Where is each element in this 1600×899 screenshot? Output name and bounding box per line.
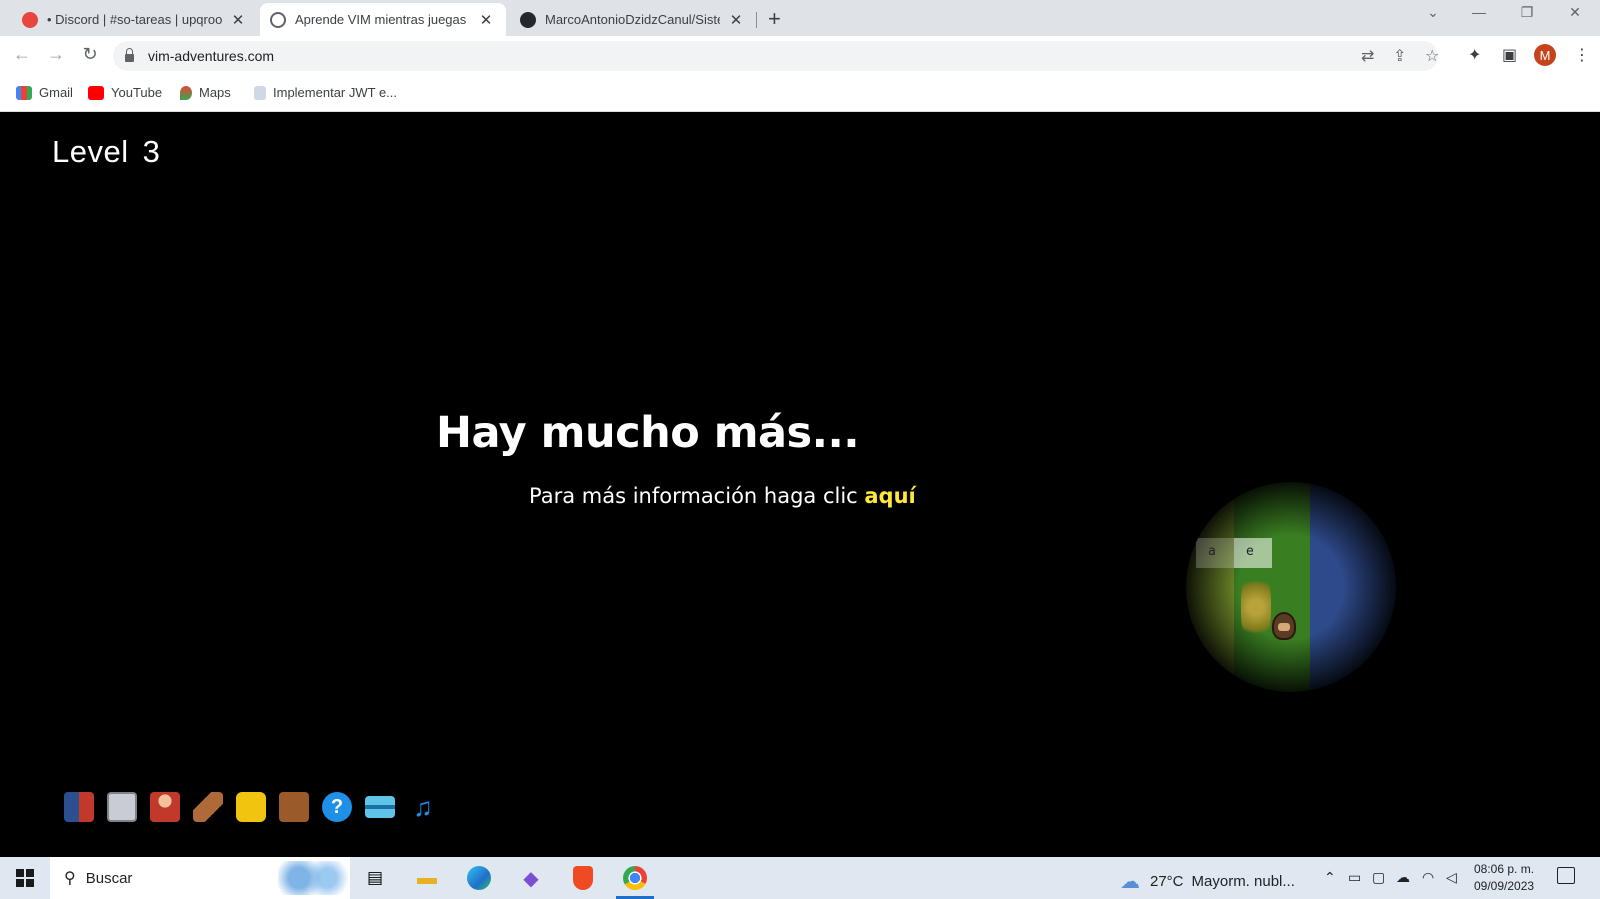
reload-button[interactable]: ↻ xyxy=(78,44,102,65)
bookmark-youtube[interactable]: YouTube xyxy=(88,85,162,100)
browser-toolbar: ← → ↻ vim-adventures.com ⇄ ⇪ ☆ ✦ ▣ M ⋮ xyxy=(0,36,1600,76)
headline: Hay mucho más... xyxy=(436,408,860,458)
info-line: Para más información haga clic aquí xyxy=(529,484,916,508)
bookmark-gmail[interactable]: Gmail xyxy=(16,85,73,100)
tab-title: Aprende VIM mientras juegas - V xyxy=(295,12,470,27)
windows-taskbar: ⚲ Buscar ▤ ▬ ◆ ☁ 27°C Mayorm. nubl... ⌃ … xyxy=(0,857,1600,899)
character-icon[interactable] xyxy=(150,792,180,822)
youtube-icon xyxy=(88,85,104,100)
clock[interactable]: 08:06 p. m. 09/09/2023 xyxy=(1474,861,1534,895)
bookmark-icon xyxy=(254,85,266,100)
translate-icon[interactable]: ⇄ xyxy=(1361,46,1374,66)
puzzle-icon[interactable] xyxy=(236,792,266,822)
weather-widget[interactable]: ☁ 27°C Mayorm. nubl... xyxy=(1120,869,1295,894)
card-icon[interactable] xyxy=(365,796,395,818)
close-icon[interactable]: ✕ xyxy=(728,11,744,29)
minimize-button[interactable]: — xyxy=(1456,4,1502,20)
side-panel-icon[interactable]: ▣ xyxy=(1502,45,1517,65)
wifi-icon[interactable]: ◠ xyxy=(1422,869,1434,886)
volume-icon[interactable]: ◁ xyxy=(1446,869,1457,886)
close-window-button[interactable]: ✕ xyxy=(1552,4,1598,21)
file-explorer-icon[interactable]: ▬ xyxy=(412,863,442,893)
clock-date: 09/09/2023 xyxy=(1474,879,1535,893)
tab-separator xyxy=(756,12,757,28)
discord-favicon xyxy=(22,11,38,28)
bookmark-jwt[interactable]: Implementar JWT e... xyxy=(254,85,397,100)
bookmark-label: Implementar JWT e... xyxy=(273,85,398,100)
weather-temp: 27°C xyxy=(1150,873,1184,890)
clock-time: 08:06 p. m. xyxy=(1474,862,1535,876)
game-canvas[interactable]: Level 3 Hay mucho más... Para más informa… xyxy=(0,112,1600,857)
ruler-icon[interactable] xyxy=(193,792,223,822)
forward-button[interactable]: → xyxy=(44,44,68,65)
bush-sprite xyxy=(1241,572,1271,642)
close-icon[interactable]: ✕ xyxy=(478,11,494,29)
bookmark-maps[interactable]: Maps xyxy=(180,85,231,100)
onedrive-icon[interactable]: ☁ xyxy=(1396,869,1410,886)
maps-icon xyxy=(180,85,192,100)
menu-icon[interactable]: ⋮ xyxy=(1574,45,1590,65)
url-text: vim-adventures.com xyxy=(148,48,275,64)
github-favicon xyxy=(520,11,536,28)
bookmark-label: Gmail xyxy=(39,85,73,100)
search-icon: ⚲ xyxy=(64,870,76,887)
level-number: 3 xyxy=(142,134,161,169)
globe-favicon xyxy=(270,11,286,28)
bookmark-star-icon[interactable]: ☆ xyxy=(1425,46,1439,66)
notifications-icon[interactable] xyxy=(1557,867,1575,884)
tab-discord[interactable]: • Discord | #so-tareas | upqroo ✕ xyxy=(12,3,258,36)
lock-icon xyxy=(125,48,134,62)
chrome-icon[interactable] xyxy=(616,863,654,899)
profile-avatar[interactable]: M xyxy=(1534,44,1556,66)
help-icon[interactable]: ? xyxy=(322,792,352,822)
tab-strip: • Discord | #so-tareas | upqroo ✕ Aprend… xyxy=(0,0,1600,36)
cloud-sun-icon: ☁ xyxy=(1120,871,1140,893)
task-view-icon[interactable]: ▤ xyxy=(360,863,390,893)
spellbook-icon[interactable] xyxy=(279,792,309,822)
info-link[interactable]: aquí xyxy=(864,484,915,508)
close-icon[interactable]: ✕ xyxy=(230,11,246,29)
back-button[interactable]: ← xyxy=(10,44,34,65)
new-tab-button[interactable]: + xyxy=(768,6,781,32)
taskbar-search[interactable]: ⚲ Buscar xyxy=(50,857,350,899)
extensions-icon[interactable]: ✦ xyxy=(1468,45,1481,65)
level-label: Level xyxy=(52,134,129,169)
bookmark-label: Maps xyxy=(199,85,231,100)
bookmark-label: YouTube xyxy=(111,85,163,100)
info-text: Para más información haga clic xyxy=(529,484,865,508)
map-letter: e xyxy=(1246,544,1254,559)
tab-search-icon[interactable]: ⌄ xyxy=(1410,4,1456,21)
edge-icon[interactable] xyxy=(464,863,494,893)
restore-button[interactable]: ❐ xyxy=(1504,4,1550,21)
level-indicator: Level 3 xyxy=(52,134,160,170)
search-placeholder: Buscar xyxy=(85,869,133,887)
music-icon[interactable]: ♫ xyxy=(408,792,438,822)
chevron-up-icon[interactable]: ⌃ xyxy=(1324,869,1336,886)
share-icon[interactable]: ⇪ xyxy=(1393,46,1406,66)
gmail-icon xyxy=(16,85,32,100)
weather-desc: Mayorm. nubl... xyxy=(1191,873,1295,890)
map-letter: a xyxy=(1208,544,1216,559)
keyboard-icon[interactable] xyxy=(107,792,137,822)
battery-icon[interactable]: ▭ xyxy=(1348,869,1361,886)
tab-title: • Discord | #so-tareas | upqroo xyxy=(47,12,222,27)
bookmarks-bar: Gmail YouTube Maps Implementar JWT e... xyxy=(0,76,1600,112)
search-highlight-art xyxy=(278,861,348,895)
tab-title: MarcoAntonioDzidzCanul/Sistem xyxy=(545,12,720,27)
brave-icon[interactable] xyxy=(568,863,598,893)
game-toolbar: ? ♫ xyxy=(64,792,438,822)
tab-github[interactable]: MarcoAntonioDzidzCanul/Sistem ✕ xyxy=(510,3,756,36)
book-icon[interactable] xyxy=(64,792,94,822)
address-bar[interactable]: vim-adventures.com ⇄ ⇪ ☆ xyxy=(113,41,1439,71)
player-sprite xyxy=(1272,612,1296,640)
meet-icon[interactable]: ▢ xyxy=(1372,869,1385,886)
visual-studio-icon[interactable]: ◆ xyxy=(516,863,546,893)
tab-vim-adventures[interactable]: Aprende VIM mientras juegas - V ✕ xyxy=(260,3,506,36)
start-button[interactable] xyxy=(16,869,34,887)
game-map-viewport: a e xyxy=(1186,482,1396,692)
